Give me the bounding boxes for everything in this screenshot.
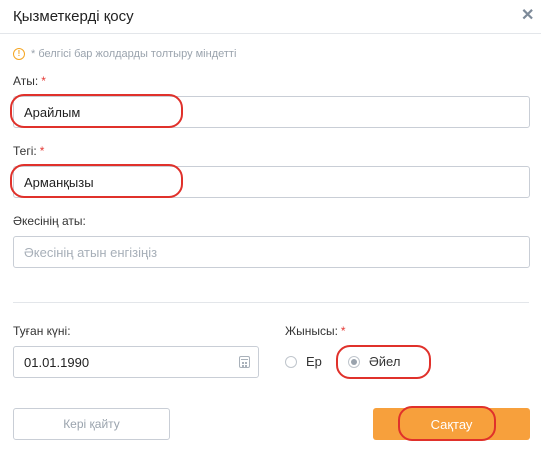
- required-mark: *: [41, 74, 46, 88]
- patronymic-placeholder: Әкесінің атын енгізіңіз: [24, 244, 158, 260]
- patronymic-label: Әкесінің аты:: [13, 214, 86, 228]
- back-button[interactable]: Кері қайту: [13, 408, 170, 440]
- required-mark: *: [340, 324, 346, 338]
- required-note: ! * белгісі бар жолдарды толтыру міндетт…: [13, 46, 236, 62]
- required-mark: *: [39, 144, 45, 158]
- dialog-title: Қызметкерді қосу: [13, 8, 134, 25]
- last-name-value: Арманқызы: [24, 174, 94, 190]
- radio-checked-icon[interactable]: [348, 355, 360, 368]
- gender-option-male[interactable]: Ер: [285, 354, 322, 369]
- gender-option-female[interactable]: Әйел: [348, 354, 400, 369]
- dialog-header: Қызметкерді қосу ✕: [0, 0, 541, 34]
- first-name-field[interactable]: Арайлым: [13, 96, 530, 128]
- radio-unchecked-icon[interactable]: [285, 355, 297, 368]
- info-icon: !: [13, 48, 25, 60]
- gender-option-label: Ер: [306, 354, 322, 369]
- first-name-value: Арайлым: [24, 104, 81, 120]
- gender-option-label: Әйел: [369, 354, 401, 369]
- section-divider: [13, 302, 529, 303]
- first-name-label: Аты: *: [13, 74, 46, 88]
- birth-date-value: 01.01.1990: [24, 354, 90, 370]
- last-name-label: Тегі: *: [13, 144, 45, 158]
- save-button[interactable]: Сақтау: [373, 408, 530, 440]
- required-note-text: * белгісі бар жолдарды толтыру міндетті: [31, 48, 237, 60]
- birth-date-label: Туған күні:: [13, 324, 71, 338]
- gender-label: Жынысы: *: [285, 324, 346, 338]
- last-name-field[interactable]: Арманқызы: [13, 166, 530, 198]
- calendar-icon[interactable]: [239, 356, 250, 368]
- patronymic-field[interactable]: Әкесінің атын енгізіңіз: [13, 236, 530, 268]
- close-icon[interactable]: ✕: [521, 7, 534, 25]
- birth-date-field[interactable]: 01.01.1990: [13, 346, 259, 378]
